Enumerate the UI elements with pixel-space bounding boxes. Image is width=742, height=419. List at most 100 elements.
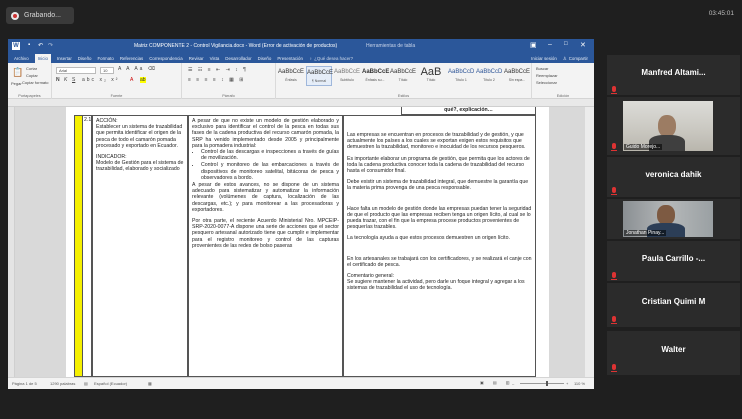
participant-tile[interactable]: veronica dahik <box>607 157 740 197</box>
bold-button[interactable]: N <box>56 77 60 83</box>
tab-inicio[interactable]: Inicio <box>34 54 51 63</box>
style-subtitulo[interactable]: AaBbCcE Subtítulo <box>334 66 360 86</box>
minimize-icon[interactable]: – <box>548 41 552 48</box>
tab-formato[interactable]: Formato <box>97 56 113 61</box>
word-count[interactable]: 1290 palabras <box>50 381 75 386</box>
style-titulo-1[interactable]: AaBbCcD Título 1 <box>448 66 474 86</box>
style-titulo[interactable]: AaB Título <box>418 66 444 86</box>
document-area: qué?, explicación… 2.1 ACCIÓN: Establece… <box>8 107 594 377</box>
participant-name: Jonathan Pinay... <box>624 230 667 236</box>
style-titulo-2[interactable]: AaBbCcD Título 2 <box>476 66 502 86</box>
zoom-out-icon[interactable]: – <box>512 381 514 386</box>
style-titulo-small[interactable]: AaBbCcE Título <box>390 66 416 86</box>
status-cell: A pesar de que no existe un modelo de ge… <box>188 115 343 377</box>
meeting-clock: 03:45:01 <box>708 10 734 17</box>
tab-archivo[interactable]: Archivo <box>14 56 29 61</box>
status-paragraph-2: A pesar de estos avances, no se dispone … <box>192 182 339 213</box>
participant-name: Paula Carrillo -... <box>641 254 706 263</box>
replace-button[interactable]: Reemplazar <box>536 73 558 78</box>
comment-text: Se sugiere mantener la actividad, pero d… <box>347 279 525 292</box>
zoom-in-icon[interactable]: + <box>566 381 568 386</box>
share-button[interactable]: Compartir <box>569 56 588 61</box>
copy-button[interactable]: Copiar <box>26 73 38 78</box>
tab-correspondencia[interactable]: Correspondencia <box>149 56 182 61</box>
zoom-level[interactable]: 110 % <box>574 381 585 386</box>
tab-insertar[interactable]: Insertar <box>57 56 72 61</box>
style-sample: AaBbCcD <box>476 69 503 75</box>
font-color-icon[interactable]: A <box>130 77 133 83</box>
proofing-icon[interactable]: ▤ <box>84 381 88 386</box>
person-silhouette <box>658 115 676 137</box>
indicator-text: Modelo de Gestión para el sistema de tra… <box>96 160 184 173</box>
recording-indicator[interactable]: Grabando... <box>6 7 74 24</box>
tab-presentacion[interactable]: Presentación <box>277 56 303 61</box>
tab-referencias[interactable]: Referencias <box>120 56 143 61</box>
list-buttons[interactable]: ☰ ☷ ≡ ⇤ ⇥ ↕ ¶ <box>188 67 248 73</box>
undo-icon[interactable]: ↶ <box>38 42 43 49</box>
style-enfasis[interactable]: AaBbCcE Énfasis <box>278 66 304 86</box>
style-sin-espaciado[interactable]: AaBbCcE Sin espa... <box>504 66 530 86</box>
font-size-select[interactable]: 10 <box>100 67 114 74</box>
participant-tile[interactable]: Paula Carrillo -... <box>607 241 740 281</box>
language[interactable]: Español (Ecuador) <box>94 381 127 386</box>
style-sample: AaBbCcE <box>278 69 305 75</box>
participant-tile[interactable]: Cristian Quimi M <box>607 283 740 327</box>
zoom-slider[interactable] <box>520 383 564 384</box>
table-tools-label: Herramientas de tabla <box>366 43 416 49</box>
participant-name: veronica dahik <box>645 170 702 179</box>
tab-desarrollador[interactable]: Desarrollador <box>225 56 251 61</box>
participant-tile[interactable]: Jonathan Pinay... <box>607 199 740 239</box>
participant-tile[interactable]: Walter <box>607 331 740 375</box>
underline-button[interactable]: S <box>72 77 75 83</box>
close-icon[interactable]: ✕ <box>580 41 586 49</box>
highlight-icon[interactable]: ab <box>140 77 146 83</box>
font-effects-buttons[interactable]: abc x₂ x² <box>82 77 119 83</box>
italic-button[interactable]: K <box>64 77 67 83</box>
document-page[interactable]: qué?, explicación… 2.1 ACCIÓN: Establece… <box>66 107 549 377</box>
paste-icon[interactable]: 📋 <box>12 67 23 78</box>
participant-tile[interactable]: Manfred Altami... <box>607 55 740 95</box>
explanation-paragraph: Las empresas se encuentran en procesos d… <box>347 132 526 151</box>
editing-group-label: Edición <box>556 94 570 98</box>
redo-icon[interactable]: ↷ <box>48 42 53 49</box>
paragraph-group: ☰ ☷ ≡ ⇤ ⇥ ↕ ¶ ≡ ≡ ≡ ≡ ↕ ▦ ⊞ Párrafo <box>182 63 276 99</box>
row-number-cell: 2.1 <box>82 115 92 377</box>
cut-button[interactable]: Cortar <box>26 66 37 71</box>
horizontal-ruler[interactable] <box>8 99 594 107</box>
tab-diseno[interactable]: Diseño <box>78 56 92 61</box>
style-sample: AaBbCcE <box>334 69 361 75</box>
tell-me-box[interactable]: ¿Qué desea hacer? <box>314 56 353 61</box>
style-name: Énfasis <box>285 78 297 82</box>
page-count[interactable]: Página 1 de 5 <box>12 381 37 386</box>
style-enfasis-sutil[interactable]: AaBbCcE Énfasis su... <box>362 66 389 86</box>
select-button[interactable]: Seleccionar <box>536 80 557 85</box>
tab-vista[interactable]: Vista <box>210 56 220 61</box>
action-cell: ACCIÓN: Establecer un sistema de trazabi… <box>92 115 188 377</box>
ribbon-options-icon[interactable]: ▣ <box>530 41 537 49</box>
view-buttons[interactable]: ▣ ▤ ▥ <box>480 380 514 385</box>
font-name-select[interactable]: Arial <box>56 67 96 74</box>
zoom-slider-thumb[interactable] <box>546 381 548 386</box>
person-silhouette <box>657 205 675 225</box>
word-status-bar: Página 1 de 5 1290 palabras ▤ Español (E… <box>8 377 594 389</box>
explanation-cell: Las empresas se encuentran en procesos d… <box>343 115 536 377</box>
participant-tile[interactable]: Guido Morejo... <box>607 97 740 155</box>
macro-icon[interactable]: ▦ <box>148 381 152 386</box>
explanation-paragraph: Debe existir un sistema de trazabilidad … <box>347 179 529 192</box>
tab-revisar[interactable]: Revisar <box>189 56 204 61</box>
maximize-icon[interactable]: □ <box>564 41 568 47</box>
style-normal[interactable]: AaBbCcE ¶ Normal <box>306 66 334 86</box>
participant-name: Cristian Quimi M <box>641 297 706 306</box>
paste-button[interactable]: Pegar <box>11 81 22 86</box>
font-size-controls[interactable]: A A Aa ⌫ <box>118 66 157 72</box>
tab-table-design[interactable]: Diseño <box>258 56 272 61</box>
vertical-ruler[interactable] <box>8 107 15 377</box>
format-painter-button[interactable]: Copiar formato <box>22 80 48 85</box>
align-buttons[interactable]: ≡ ≡ ≡ ≡ ↕ ▦ ⊞ <box>188 77 245 83</box>
explanation-paragraph: Hace falta un modelo de gestión donde la… <box>347 205 532 231</box>
save-icon[interactable]: ▪ <box>28 42 30 48</box>
find-button[interactable]: Buscar <box>536 66 548 71</box>
signin-link[interactable]: Iniciar sesión <box>531 56 557 61</box>
style-sample: AaBbCcE <box>307 70 334 76</box>
vertical-scrollbar[interactable] <box>585 107 594 377</box>
